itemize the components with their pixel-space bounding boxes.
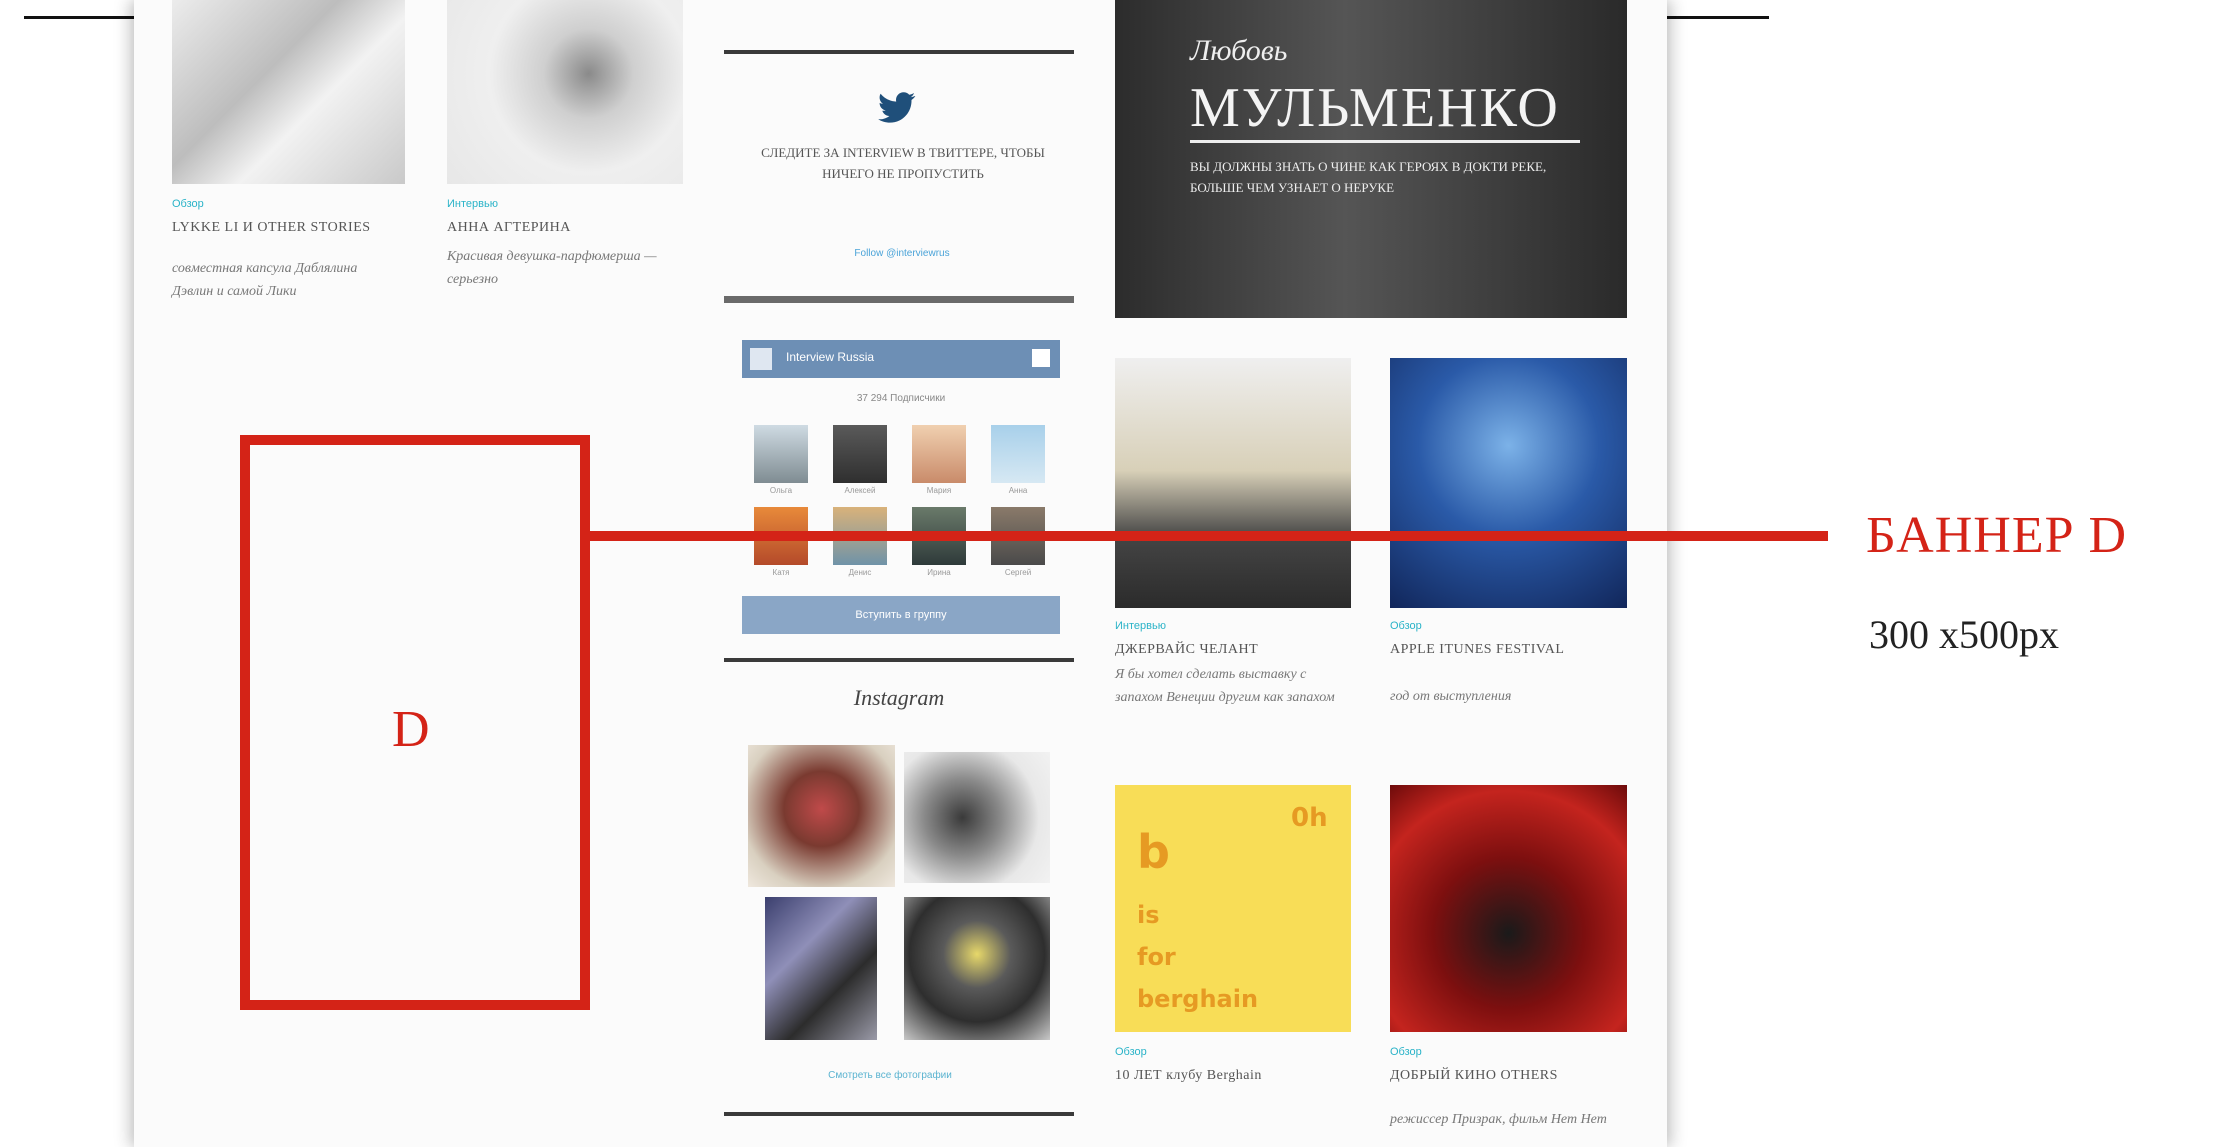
- article-category[interactable]: Обзор: [1115, 1046, 1147, 1058]
- vk-widget-header[interactable]: Interview Russia: [742, 340, 1060, 378]
- vk-member-avatar[interactable]: [754, 425, 808, 483]
- vk-member-avatar[interactable]: [833, 425, 887, 483]
- banner-d-size: 300 x500px: [1869, 612, 2059, 657]
- vk-member-name[interactable]: Катя: [751, 568, 811, 577]
- vk-member-avatar[interactable]: [991, 425, 1045, 483]
- instagram-title: Instagram: [853, 685, 945, 710]
- vk-group-avatar: [750, 348, 772, 370]
- instagram-photo[interactable]: [748, 745, 895, 887]
- berghain-word-for: for: [1137, 943, 1176, 971]
- berghain-corner-text: 0h: [1291, 803, 1328, 833]
- vk-logo-icon[interactable]: [1030, 347, 1052, 369]
- article-thumb-concert[interactable]: [1390, 358, 1627, 608]
- berghain-word-is: is: [1137, 901, 1160, 929]
- section-divider: [724, 658, 1074, 662]
- banner-d-letter: D: [392, 701, 430, 758]
- instagram-photo[interactable]: [904, 897, 1050, 1040]
- vk-subscriber-count: 37 294 Подписчики: [856, 393, 946, 404]
- vk-member-name[interactable]: Денис: [830, 568, 890, 577]
- section-divider: [724, 1112, 1074, 1116]
- article-title[interactable]: ДЖЕРВАЙС ЧЕЛАНТ: [1115, 640, 1355, 660]
- article-title[interactable]: APPLE ITUNES FESTIVAL: [1390, 640, 1630, 660]
- vk-member-name[interactable]: Анна: [988, 486, 1048, 495]
- vk-member-name[interactable]: Ольга: [751, 486, 811, 495]
- twitter-promo-text: Следите за INTERVIEW В ТВИТТЕРЕ, ЧТОБЫ Н…: [761, 145, 1045, 181]
- instagram-view-all-link[interactable]: Смотреть все фотографии: [790, 1070, 990, 1081]
- article-title[interactable]: АННА АГТЕРИНА: [447, 218, 687, 238]
- article-subtitle: год от выступления: [1390, 689, 1512, 704]
- vk-group-name[interactable]: Interview Russia: [786, 350, 874, 364]
- vk-join-button[interactable]: Вступить в группу: [742, 596, 1060, 634]
- article-category[interactable]: Обзор: [172, 198, 204, 210]
- article-subtitle: совместная капсула Даблялина Дэвлин и са…: [172, 261, 358, 299]
- article-thumb-fashion[interactable]: [172, 0, 405, 184]
- twitter-bird-icon[interactable]: [878, 92, 916, 124]
- article-category[interactable]: Интервью: [1115, 620, 1166, 632]
- article-title[interactable]: ДОБРЫЙ КИНО OTHERS: [1390, 1066, 1590, 1086]
- article-title[interactable]: LYKKE LI И OTHER STORIES: [172, 218, 412, 238]
- article-thumb-drums[interactable]: [1115, 358, 1351, 608]
- article-category[interactable]: Обзор: [1390, 620, 1422, 632]
- vk-member-name[interactable]: Сергей: [988, 568, 1048, 577]
- hero-title[interactable]: МУЛЬМЕНКО: [1190, 76, 1560, 140]
- article-subtitle: режиссер Призрак, фильм Нет Нет: [1390, 1112, 1607, 1127]
- article-thumb-illustration[interactable]: [447, 0, 683, 184]
- vk-member-avatar[interactable]: [912, 425, 966, 483]
- vk-member-name[interactable]: Алексей: [830, 486, 890, 495]
- article-subtitle: Я бы хотел сделать выставку с запахом Ве…: [1115, 667, 1335, 705]
- twitter-follow-button[interactable]: Follow @interviewrus: [812, 248, 992, 266]
- hero-subtitle: ВЫ ДОЛЖНЫ ЗНАТЬ О ЧИНЕ КАК ГЕРОЯХ В ДОКТ…: [1190, 159, 1547, 195]
- article-thumb-berghain[interactable]: 0h b is for berghain: [1115, 785, 1351, 1032]
- vk-member-name[interactable]: Ирина: [909, 568, 969, 577]
- instagram-photo[interactable]: [765, 897, 877, 1040]
- banner-d-label: БАННЕР D: [1866, 507, 2128, 564]
- section-divider: [724, 50, 1074, 54]
- article-thumb-theatre[interactable]: [1390, 785, 1627, 1032]
- article-title[interactable]: 10 ЛЕТ клубу Berghain: [1115, 1066, 1355, 1086]
- article-subtitle: Красивая девушка-парфюмерша — серьезно: [447, 249, 657, 287]
- article-category[interactable]: Обзор: [1390, 1046, 1422, 1058]
- banner-connector-line: [590, 531, 1828, 541]
- berghain-letter: b: [1137, 825, 1170, 879]
- hero-script-title: Любовь: [1190, 34, 1288, 67]
- section-divider: [724, 296, 1074, 303]
- berghain-word-name: berghain: [1137, 985, 1259, 1013]
- instagram-photo[interactable]: [904, 752, 1050, 883]
- article-category[interactable]: Интервью: [447, 198, 498, 210]
- vk-member-name[interactable]: Мария: [909, 486, 969, 495]
- hero-underline: [1190, 140, 1580, 143]
